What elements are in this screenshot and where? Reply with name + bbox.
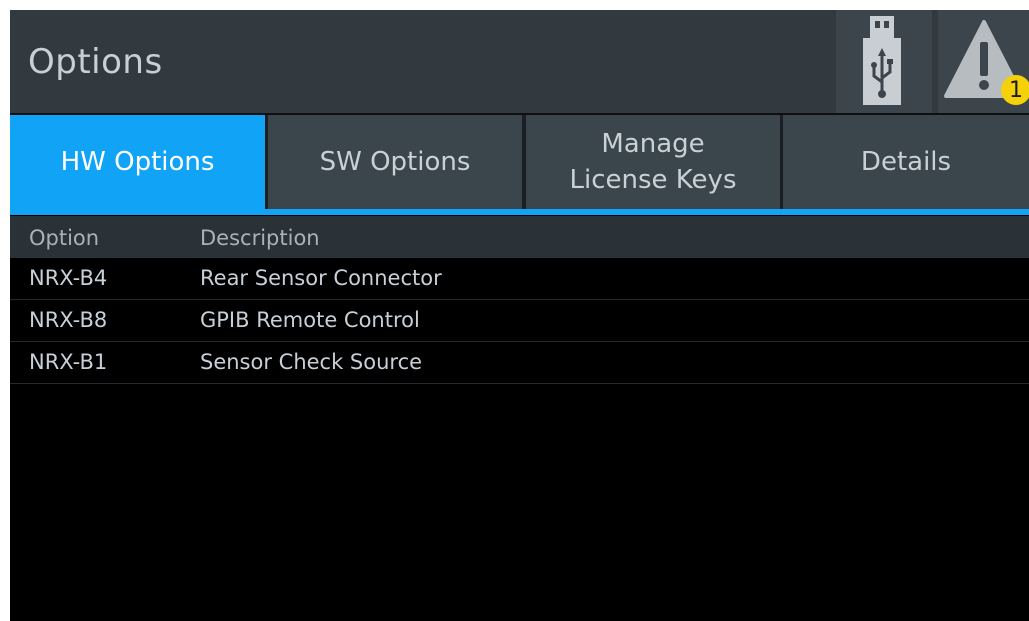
tab-hw-options[interactable]: HW Options: [10, 115, 265, 209]
tab-label: SW Options: [319, 147, 471, 177]
warning-button[interactable]: 1: [938, 10, 1029, 113]
column-header-option: Option: [29, 226, 100, 250]
column-header-description: Description: [200, 226, 320, 250]
table-row[interactable]: NRX-B1 Sensor Check Source: [10, 342, 1029, 384]
options-screen: Options 1 HW Options SW Options Manage L…: [10, 10, 1029, 621]
options-table: Option Description NRX-B4 Rear Sensor Co…: [10, 216, 1029, 384]
usb-button[interactable]: [836, 10, 932, 113]
tab-label: Manage License Keys: [569, 129, 737, 195]
page-title: Options: [28, 42, 163, 82]
option-description: Rear Sensor Connector: [200, 266, 442, 290]
option-description: Sensor Check Source: [200, 350, 423, 374]
table-row[interactable]: NRX-B8 GPIB Remote Control: [10, 300, 1029, 342]
usb-icon: [863, 16, 901, 105]
warning-count-badge: 1: [1001, 75, 1029, 105]
table-row[interactable]: NRX-B4 Rear Sensor Connector: [10, 258, 1029, 300]
option-code: NRX-B8: [29, 308, 108, 332]
option-description: GPIB Remote Control: [200, 308, 420, 332]
tab-label: Details: [860, 147, 952, 177]
active-tab-underline: [10, 209, 1029, 215]
tab-label: HW Options: [60, 147, 215, 177]
tab-details[interactable]: Details: [783, 115, 1029, 209]
option-code: NRX-B1: [29, 350, 108, 374]
tab-sw-options[interactable]: SW Options: [268, 115, 522, 209]
table-header: Option Description: [10, 216, 1029, 258]
option-code: NRX-B4: [29, 266, 108, 290]
title-bar: Options 1: [10, 10, 1029, 115]
tab-bar: HW Options SW Options Manage License Key…: [10, 115, 1029, 215]
tab-manage-license-keys[interactable]: Manage License Keys: [526, 115, 780, 209]
